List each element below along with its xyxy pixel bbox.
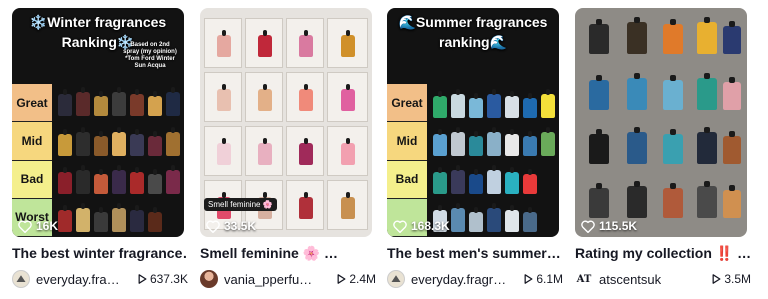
view-count: 637.3K [138, 272, 188, 286]
video-title[interactable]: The best winter fragrance… [12, 244, 188, 262]
video-thumbnail[interactable]: 115.5K [575, 8, 747, 237]
play-icon [138, 274, 147, 284]
tier-bad: Bad [387, 160, 427, 199]
tier-great: Great [387, 84, 427, 123]
heart-icon [18, 220, 32, 233]
like-count: 16K [18, 219, 58, 233]
video-grid: ❄️Winter fragrances Ranking❄️ Based on 2… [12, 8, 757, 290]
tier-labels: Great Mid Bad Worst [12, 84, 52, 237]
like-count: 168.3K [393, 219, 450, 233]
author-name[interactable]: vania_pperfu… [224, 272, 312, 287]
view-count-value: 3.5M [724, 272, 751, 286]
view-count-value: 2.4M [349, 272, 376, 286]
tier-bad: Bad [12, 160, 52, 199]
view-count: 2.4M [337, 272, 376, 286]
like-count-value: 168.3K [411, 219, 450, 233]
tier-mid: Mid [387, 122, 427, 161]
tier-mid: Mid [12, 122, 52, 161]
video-thumbnail[interactable]: Smell feminine 🌸 33.5K [200, 8, 372, 237]
avatar[interactable]: AT [575, 270, 593, 288]
thumbnail-note: Based on 2nd spray (my opinion) *Tom For… [123, 42, 177, 69]
view-count: 6.1M [524, 272, 563, 286]
play-icon [337, 274, 346, 284]
avatar[interactable] [12, 270, 30, 288]
video-card[interactable]: 115.5K Rating my collection ‼️ … AT atsc… [575, 8, 751, 290]
heart-icon [393, 220, 407, 233]
video-title[interactable]: The best men's summer… [387, 244, 563, 262]
avatar-logo-icon [16, 275, 26, 282]
tier-great: Great [12, 84, 52, 123]
avatar[interactable] [387, 270, 405, 288]
video-meta: everyday.fragr… 6.1M [387, 269, 563, 289]
tier-labels: Great Mid Bad [387, 84, 427, 237]
video-card[interactable]: 🌊Summer fragrances ranking🌊 Great Mid Ba… [387, 8, 563, 290]
heart-icon [581, 220, 595, 233]
author-name[interactable]: everyday.fra… [36, 272, 120, 287]
like-count: 115.5K [581, 219, 637, 233]
video-meta: vania_pperfu… 2.4M [200, 269, 376, 289]
play-icon [524, 274, 533, 284]
author-name[interactable]: atscentsuk [599, 272, 661, 287]
avatar-text: AT [576, 273, 592, 285]
video-card[interactable]: Smell feminine 🌸 33.5K Smell feminine 🌸 … [200, 8, 376, 290]
bottle-shelf [429, 78, 559, 237]
thumbnail-caption: Smell feminine 🌸 [204, 198, 277, 211]
bottle-shelf [54, 78, 184, 237]
video-title[interactable]: Rating my collection ‼️ … [575, 244, 751, 262]
thumbnail-title: 🌊Summer fragrances ranking🌊 [398, 14, 548, 50]
view-count-value: 6.1M [536, 272, 563, 286]
avatar-logo-icon [391, 275, 401, 282]
video-thumbnail[interactable]: ❄️Winter fragrances Ranking❄️ Based on 2… [12, 8, 184, 237]
view-count-value: 637.3K [149, 272, 188, 286]
video-title[interactable]: Smell feminine 🌸 … [200, 244, 376, 262]
collection-grid [575, 8, 747, 237]
video-meta: everyday.fra… 637.3K [12, 269, 188, 289]
like-count: 33.5K [206, 219, 256, 233]
heart-icon [206, 220, 220, 233]
video-card[interactable]: ❄️Winter fragrances Ranking❄️ Based on 2… [12, 8, 188, 290]
play-icon [712, 274, 721, 284]
like-count-value: 33.5K [224, 219, 257, 233]
avatar[interactable] [200, 270, 218, 288]
view-count: 3.5M [712, 272, 751, 286]
author-name[interactable]: everyday.fragr… [411, 272, 506, 287]
like-count-value: 16K [36, 219, 59, 233]
like-count-value: 115.5K [599, 219, 638, 233]
video-meta: AT atscentsuk 3.5M [575, 269, 751, 289]
video-thumbnail[interactable]: 🌊Summer fragrances ranking🌊 Great Mid Ba… [387, 8, 559, 237]
